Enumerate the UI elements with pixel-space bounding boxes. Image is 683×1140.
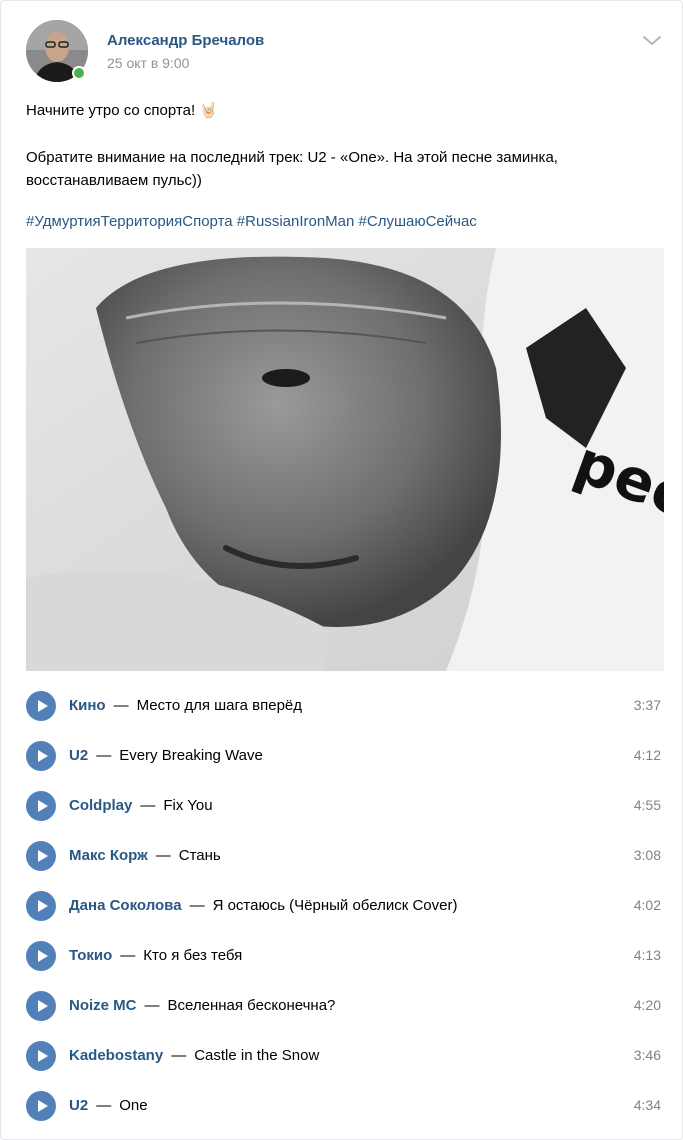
track-duration: 4:13 <box>633 947 661 963</box>
track-artist[interactable]: Noize MC <box>69 997 137 1014</box>
play-icon[interactable] <box>26 691 56 721</box>
play-icon[interactable] <box>26 791 56 821</box>
track-separator: — <box>171 1047 187 1064</box>
athlete-photo: pec <box>26 248 664 671</box>
track-title: Every Breaking Wave <box>119 747 263 764</box>
track-separator: — <box>189 897 205 914</box>
post-text-line: Начните утро со спорта! 🤘🏻 <box>26 102 218 119</box>
track-duration: 3:08 <box>633 847 661 863</box>
post-date[interactable]: 25 окт в 9:00 <box>107 55 189 71</box>
audio-track[interactable]: Coldplay — Fix You 4:55 <box>26 781 666 831</box>
track-line: Дана Соколова — Я остаюсь (Чёрный обелиск … <box>69 897 457 914</box>
wall-post: Александр Бречалов 25 окт в 9:00 Начните… <box>0 0 683 1140</box>
chevron-down-icon[interactable] <box>641 31 663 51</box>
track-line: Кино — Место для шага вперёд <box>69 697 302 714</box>
play-icon[interactable] <box>26 991 56 1021</box>
play-icon[interactable] <box>26 1041 56 1071</box>
track-separator: — <box>120 947 136 964</box>
track-artist[interactable]: Кино <box>69 697 106 714</box>
track-duration: 4:12 <box>633 747 661 763</box>
play-icon[interactable] <box>26 891 56 921</box>
track-duration: 4:02 <box>633 897 661 913</box>
hashtag-link[interactable]: #УдмуртияТерриторияСпорта <box>26 213 233 230</box>
post-text-line: Обратите внимание на последний трек: U2 … <box>26 149 558 189</box>
track-title: One <box>119 1097 148 1114</box>
track-artist[interactable]: U2 <box>69 1097 88 1114</box>
post-text: Начните утро со спорта! 🤘🏻 Обратите вним… <box>26 99 656 192</box>
track-title: Castle in the Snow <box>194 1047 320 1064</box>
hashtag-link[interactable]: #СлушаюСейчас <box>359 213 477 230</box>
track-artist[interactable]: U2 <box>69 747 88 764</box>
track-title: Стань <box>178 847 221 864</box>
track-line: Макс Корж — Стань <box>69 847 221 864</box>
track-artist[interactable]: Токио <box>69 947 112 964</box>
track-line: Coldplay — Fix You <box>69 797 213 814</box>
play-icon[interactable] <box>26 741 56 771</box>
track-duration: 4:34 <box>633 1097 661 1113</box>
track-separator: — <box>144 997 160 1014</box>
audio-track[interactable]: Kadebostany — Castle in the Snow 3:46 <box>26 1031 666 1081</box>
track-line: Токио — Кто я без тебя <box>69 947 242 964</box>
track-separator: — <box>155 847 171 864</box>
track-artist[interactable]: Дана Соколова <box>69 897 182 914</box>
track-artist[interactable]: Coldplay <box>69 797 132 814</box>
audio-track[interactable]: U2 — One 4:34 <box>26 1081 666 1131</box>
play-icon[interactable] <box>26 841 56 871</box>
track-artist[interactable]: Kadebostany <box>69 1047 163 1064</box>
play-icon[interactable] <box>26 1091 56 1121</box>
audio-track[interactable]: Noize MC — Вселенная бесконечна? 4:20 <box>26 981 666 1031</box>
track-duration: 4:55 <box>633 797 661 813</box>
track-artist[interactable]: Макс Корж <box>69 847 148 864</box>
author-name[interactable]: Александр Бречалов <box>107 32 264 49</box>
post-photo[interactable]: pec <box>26 248 664 671</box>
track-line: U2 — Every Breaking Wave <box>69 747 263 764</box>
track-duration: 3:37 <box>633 697 661 713</box>
track-title: Место для шага вперёд <box>136 697 303 714</box>
audio-track[interactable]: Кино — Место для шага вперёд 3:37 <box>26 681 666 731</box>
track-separator: — <box>96 747 112 764</box>
online-indicator <box>72 66 86 80</box>
track-title: Вселенная бесконечна? <box>167 997 336 1014</box>
track-line: Noize MC — Вселенная бесконечна? <box>69 997 335 1014</box>
hashtag-link[interactable]: #RussianIronMan <box>237 213 355 230</box>
track-line: Kadebostany — Castle in the Snow <box>69 1047 319 1064</box>
audio-track[interactable]: U2 — Every Breaking Wave 4:12 <box>26 731 666 781</box>
track-title: Я остаюсь (Чёрный обелиск Cover) <box>212 897 458 914</box>
hashtags: #УдмуртияТерриторияСпорта #RussianIronMa… <box>26 213 477 230</box>
audio-playlist: Кино — Место для шага вперёд 3:37 U2 — Every… <box>26 681 666 1131</box>
audio-track[interactable]: Макс Корж — Стань 3:08 <box>26 831 666 881</box>
track-duration: 4:20 <box>633 997 661 1013</box>
track-separator: — <box>113 697 129 714</box>
track-separator: — <box>140 797 156 814</box>
track-title: Кто я без тебя <box>143 947 243 964</box>
track-separator: — <box>96 1097 112 1114</box>
audio-track[interactable]: Токио — Кто я без тебя 4:13 <box>26 931 666 981</box>
track-title: Fix You <box>163 797 213 814</box>
track-line: U2 — One <box>69 1097 148 1114</box>
track-duration: 3:46 <box>633 1047 661 1063</box>
play-icon[interactable] <box>26 941 56 971</box>
audio-track[interactable]: Дана Соколова — Я остаюсь (Чёрный обелиск … <box>26 881 666 931</box>
